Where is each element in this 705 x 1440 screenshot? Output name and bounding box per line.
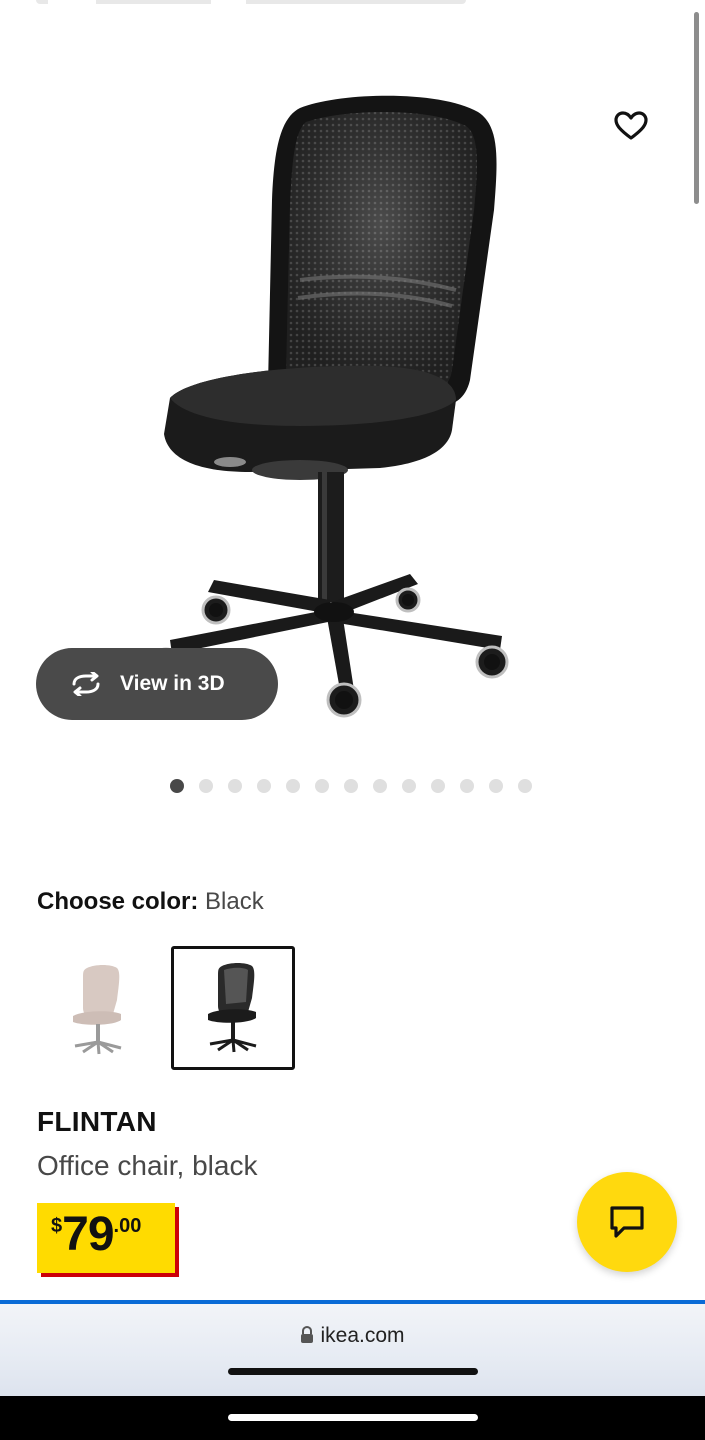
chat-icon [610,1206,644,1238]
rotate-icon [72,672,100,696]
product-description: Office chair, black [37,1150,258,1181]
heart-icon [614,111,648,140]
carousel-dot[interactable] [402,779,416,793]
price-tag: $ 79 .00 [37,1203,175,1273]
office-chair-image [151,95,509,718]
office-chair-beige-thumbnail [73,965,122,1055]
product-page: View in 3D Choose color: Black FLINTAN O… [0,0,705,1440]
browser-address-bar[interactable]: ikea.com [0,1304,705,1396]
image-carousel-dots [170,778,532,794]
price-integer: 79 [62,1208,114,1261]
product-name: FLINTAN [37,1106,157,1137]
carousel-dot[interactable] [489,779,503,793]
carousel-dot[interactable] [257,779,271,793]
view-in-3d-label: View in 3D [120,672,225,695]
url-display[interactable]: ikea.com [0,1324,705,1350]
carousel-dot[interactable] [286,779,300,793]
color-chooser: Choose color: Black [37,888,264,916]
carousel-dot[interactable] [518,779,532,793]
office-chair-black-thumbnail [208,963,257,1053]
carousel-dot[interactable] [344,779,358,793]
price-currency: $ [51,1215,63,1237]
home-indicator[interactable] [228,1414,478,1421]
carousel-dot[interactable] [170,779,184,793]
price-decimal: .00 [113,1215,142,1237]
carousel-dot[interactable] [228,779,242,793]
color-swatch-beige[interactable] [36,948,160,1072]
favorite-button[interactable] [606,104,656,148]
url-text: ikea.com [320,1324,405,1347]
selected-color: Black [205,888,264,915]
cut-off-header [36,0,466,4]
product-image[interactable] [0,80,705,730]
carousel-dot[interactable] [431,779,445,793]
color-swatch-black[interactable] [171,946,295,1070]
carousel-dot[interactable] [373,779,387,793]
carousel-dot[interactable] [460,779,474,793]
carousel-dot[interactable] [199,779,213,793]
view-in-3d-button[interactable]: View in 3D [36,648,278,720]
carousel-dot[interactable] [315,779,329,793]
chat-button[interactable] [577,1172,677,1272]
lock-icon [300,1325,314,1350]
system-bottom-bar [0,1396,705,1440]
toolbar-handle [228,1368,478,1375]
color-label: Choose color: [37,888,199,915]
